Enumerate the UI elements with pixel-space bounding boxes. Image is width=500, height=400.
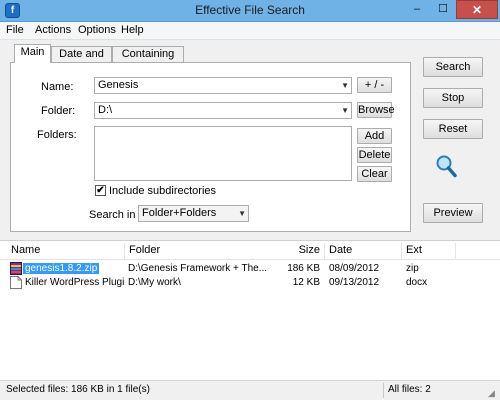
reset-button[interactable]: Reset (423, 119, 483, 139)
folder-value: D:\ (98, 104, 113, 116)
close-button[interactable]: ✕ (456, 0, 498, 19)
tab-main[interactable]: Main (14, 44, 51, 63)
archive-file-icon (10, 262, 22, 275)
minimize-button[interactable]: – (404, 0, 430, 19)
file-name-cell: Killer WordPress Plugi... (25, 277, 125, 288)
search-button[interactable]: Search (423, 57, 483, 77)
browse-button[interactable]: Browse (357, 102, 395, 118)
include-subdirectories-checkbox[interactable]: ✔ (95, 185, 106, 196)
title-bar[interactable]: f Effective File Search – ☐ ✕ (0, 0, 500, 22)
ext-cell: zip (406, 263, 419, 274)
include-subdirectories-label: Include subdirectories (109, 185, 217, 197)
clear-folders-button[interactable]: Clear (357, 166, 392, 182)
column-header-divider (0, 259, 500, 260)
search-in-select[interactable]: Folder+Folders ▼ (138, 205, 249, 222)
folder-cell: D:\Genesis Framework + The... (128, 263, 268, 274)
document-file-icon (10, 276, 22, 289)
folders-label: Folders: (37, 129, 77, 141)
menu-options[interactable]: Options (78, 24, 116, 36)
menu-file[interactable]: File (6, 24, 24, 36)
menu-help[interactable]: Help (121, 24, 144, 36)
name-value: Genesis (98, 79, 139, 91)
folders-list[interactable] (94, 126, 352, 181)
date-cell: 09/13/2012 (329, 277, 380, 288)
status-all-files: All files: 2 (388, 384, 431, 395)
date-cell: 08/09/2012 (329, 263, 380, 274)
add-folder-button[interactable]: Add (357, 128, 392, 144)
tab-containing-text[interactable]: Containing text (112, 46, 184, 75)
delete-folder-button[interactable]: Delete (357, 147, 392, 163)
ext-cell: docx (406, 277, 428, 288)
size-cell: 12 KB (292, 277, 320, 288)
magnifier-icon (436, 155, 457, 178)
chevron-down-icon[interactable]: ▼ (341, 78, 349, 93)
plus-minus-button[interactable]: + / - (357, 77, 392, 93)
chevron-down-icon[interactable]: ▼ (238, 206, 246, 221)
chevron-down-icon[interactable]: ▼ (341, 103, 349, 118)
tab-date-and-size[interactable]: Date and size (51, 46, 112, 75)
resize-grip-icon[interactable]: ◢ (488, 388, 498, 398)
folder-combobox[interactable]: D:\ ▼ (94, 102, 352, 119)
file-name-cell: genesis1.8.2.zip (23, 263, 100, 274)
results-list[interactable] (0, 240, 500, 378)
folder-cell: D:\My work\ (128, 277, 181, 288)
column-header-ext[interactable]: Ext (402, 243, 456, 260)
preview-button[interactable]: Preview (423, 203, 483, 223)
name-label: Name: (41, 81, 74, 93)
status-bar: Selected files: 186 KB in 1 file(s) All … (0, 380, 500, 400)
column-header-name[interactable]: Name (7, 243, 125, 260)
folder-label: Folder: (41, 105, 76, 117)
size-cell: 186 KB (287, 263, 320, 274)
search-in-label: Search in (89, 209, 136, 221)
stop-button[interactable]: Stop (423, 88, 483, 108)
name-combobox[interactable]: Genesis ▼ (94, 77, 352, 94)
status-selected-files: Selected files: 186 KB in 1 file(s) (6, 384, 150, 395)
maximize-button[interactable]: ☐ (430, 0, 456, 19)
status-divider (383, 383, 384, 398)
column-header-size[interactable]: Size (263, 243, 325, 260)
menu-bar: File Actions Options Help (0, 22, 500, 40)
search-in-value: Folder+Folders (142, 207, 217, 219)
column-header-date[interactable]: Date (325, 243, 402, 260)
menu-actions[interactable]: Actions (35, 24, 71, 36)
